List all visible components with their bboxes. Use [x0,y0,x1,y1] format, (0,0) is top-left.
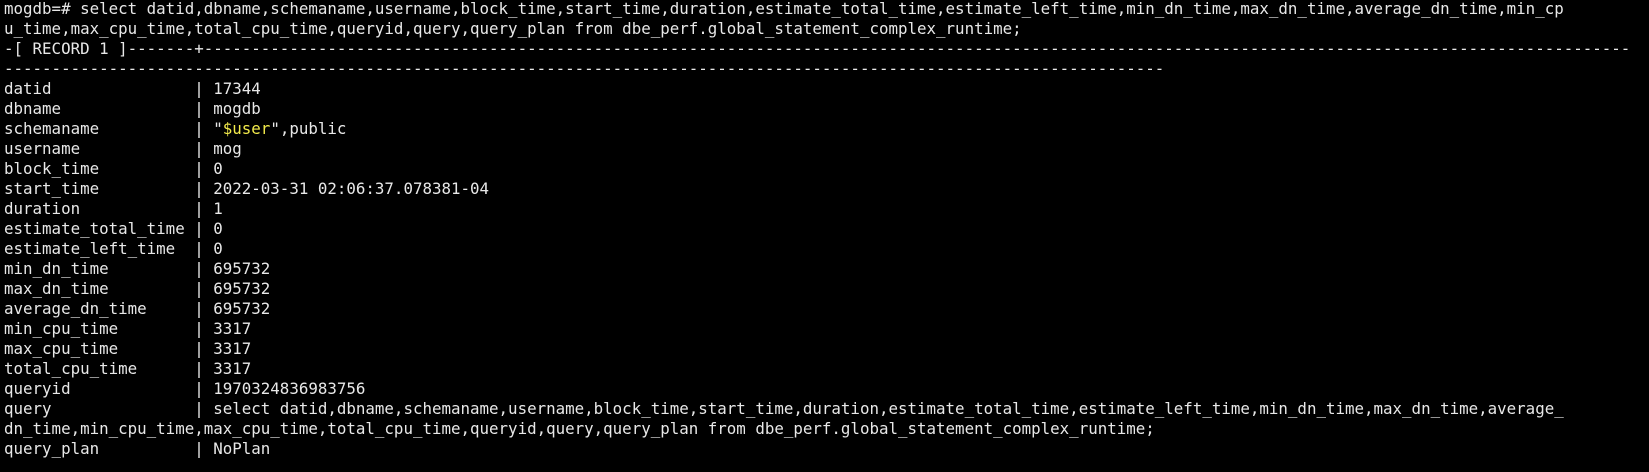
result-row-estimate-left-time: estimate_left_time | 0 [4,239,223,258]
result-row-schemaname: schemaname | "$user",public [4,119,1630,139]
result-row-duration: duration | 1 [4,199,223,218]
result-row-min-dn-time: min_dn_time | 695732 [4,259,271,278]
result-row-max-cpu-time: max_cpu_time | 3317 [4,339,252,358]
result-row-dbname: dbname | mogdb [4,99,261,118]
record-header-line: -[ RECORD 1 ]-------+-------------------… [4,39,1631,58]
result-row-max-dn-time: max_dn_time | 695732 [4,279,271,298]
terminal-output: mogdb=# select datid,dbname,schemaname,u… [4,0,1630,459]
record-header-line-continued: ----------------------------------------… [4,59,1165,78]
result-row-datid: datid | 17344 [4,79,261,98]
result-row-min-cpu-time: min_cpu_time | 3317 [4,319,252,338]
result-row-average-dn-time: average_dn_time | 695732 [4,299,271,318]
result-row-start-time: start_time | 2022-03-31 02:06:37.078381-… [4,179,490,198]
result-row-query-continued: dn_time,min_cpu_time,max_cpu_time,total_… [4,419,1155,438]
sql-command-line: mogdb=# select datid,dbname,schemaname,u… [4,0,1564,18]
result-row-estimate-total-time: estimate_total_time | 0 [4,219,223,238]
result-row-query: query | select datid,dbname,schemaname,u… [4,399,1564,418]
result-row-total-cpu-time: total_cpu_time | 3317 [4,359,252,378]
result-row-block-time: block_time | 0 [4,159,223,178]
schemaname-suffix: ",public [270,119,347,138]
result-row-query-plan: query_plan | NoPlan [4,439,271,458]
result-row-username: username | mog [4,139,242,158]
sql-command-line-continued: u_time,max_cpu_time,total_cpu_time,query… [4,19,1022,38]
result-row-queryid: queryid | 1970324836983756 [4,379,366,398]
schemaname-user-variable: $user [222,119,271,138]
schemaname-prefix: schemaname | " [4,119,223,138]
terminal-window[interactable]: mogdb=# select datid,dbname,schemaname,u… [0,0,1649,472]
